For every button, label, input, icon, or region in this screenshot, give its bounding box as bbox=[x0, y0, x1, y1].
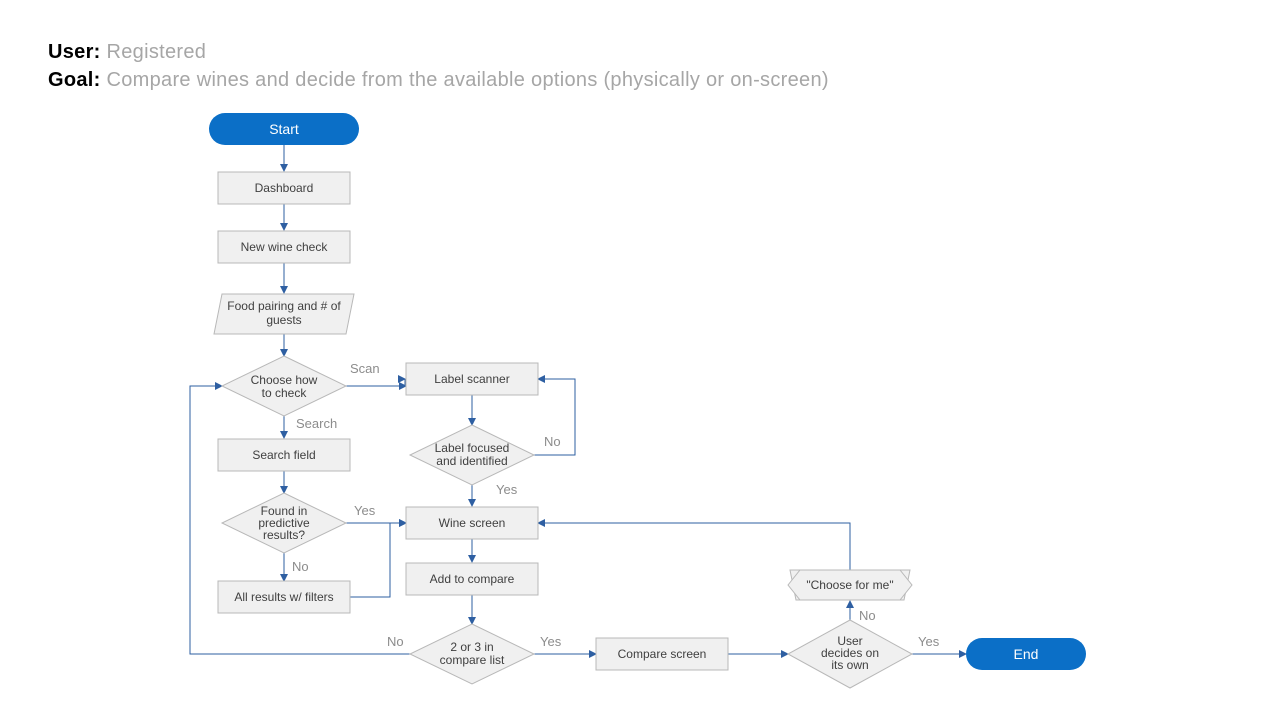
edge-label-yes-focused: Yes bbox=[496, 482, 518, 497]
svg-text:results?: results? bbox=[263, 528, 305, 542]
svg-text:End: End bbox=[1014, 646, 1039, 662]
choose-for-me-node-2: "Choose for me" bbox=[788, 570, 912, 600]
edge-label-yes-found: Yes bbox=[354, 503, 376, 518]
svg-text:and identified: and identified bbox=[436, 454, 507, 468]
svg-text:guests: guests bbox=[266, 313, 301, 327]
label-scanner-node: Label scanner bbox=[406, 363, 538, 395]
dashboard-node: Dashboard bbox=[218, 172, 350, 204]
search-field-node: Search field bbox=[218, 439, 350, 471]
svg-text:Add to compare: Add to compare bbox=[430, 572, 515, 586]
edge-label-scan: Scan bbox=[350, 361, 380, 376]
svg-text:Wine screen: Wine screen bbox=[439, 516, 506, 530]
found-predictive-node: Found in predictive results? bbox=[222, 493, 346, 553]
start-node: Start bbox=[209, 113, 359, 145]
svg-text:Start: Start bbox=[269, 121, 299, 137]
svg-text:Search field: Search field bbox=[252, 448, 315, 462]
svg-text:compare list: compare list bbox=[440, 653, 505, 667]
compare-screen-node: Compare screen bbox=[596, 638, 728, 670]
choose-how-node: Choose how to check bbox=[222, 356, 346, 416]
edge-label-no-compare: No bbox=[387, 634, 404, 649]
svg-text:Food pairing and # of: Food pairing and # of bbox=[227, 299, 341, 313]
svg-text:2 or 3 in: 2 or 3 in bbox=[450, 640, 493, 654]
svg-text:Label focused: Label focused bbox=[435, 441, 510, 455]
svg-text:Choose how: Choose how bbox=[251, 373, 318, 387]
svg-text:Label scanner: Label scanner bbox=[434, 372, 509, 386]
svg-text:to check: to check bbox=[262, 386, 308, 400]
edge-label-search: Search bbox=[296, 416, 337, 431]
label-focused-node: Label focused and identified bbox=[410, 425, 534, 485]
edge-label-no-found: No bbox=[292, 559, 309, 574]
edge-label-no-focused: No bbox=[544, 434, 561, 449]
food-pairing-node: Food pairing and # of guests bbox=[214, 294, 354, 334]
user-decides-node: User decides on its own bbox=[788, 620, 912, 688]
svg-text:Dashboard: Dashboard bbox=[255, 181, 314, 195]
svg-text:New wine check: New wine check bbox=[241, 240, 329, 254]
svg-text:"Choose for me": "Choose for me" bbox=[806, 578, 893, 592]
edge-label-no-decides: No bbox=[859, 608, 876, 623]
edge-label-yes-decides: Yes bbox=[918, 634, 940, 649]
all-results-node: All results w/ filters bbox=[218, 581, 350, 613]
compare-count-node: 2 or 3 in compare list bbox=[410, 624, 534, 684]
edge-label-yes-compare: Yes bbox=[540, 634, 562, 649]
svg-text:Compare screen: Compare screen bbox=[618, 647, 707, 661]
wine-screen-node: Wine screen bbox=[406, 507, 538, 539]
new-wine-check-node: New wine check bbox=[218, 231, 350, 263]
svg-text:its own: its own bbox=[831, 658, 868, 672]
add-to-compare-node: Add to compare bbox=[406, 563, 538, 595]
end-node: End bbox=[966, 638, 1086, 670]
svg-text:All results w/ filters: All results w/ filters bbox=[234, 590, 333, 604]
flowchart: Scan Search Yes No No Yes No Yes No Yes … bbox=[0, 0, 1280, 720]
